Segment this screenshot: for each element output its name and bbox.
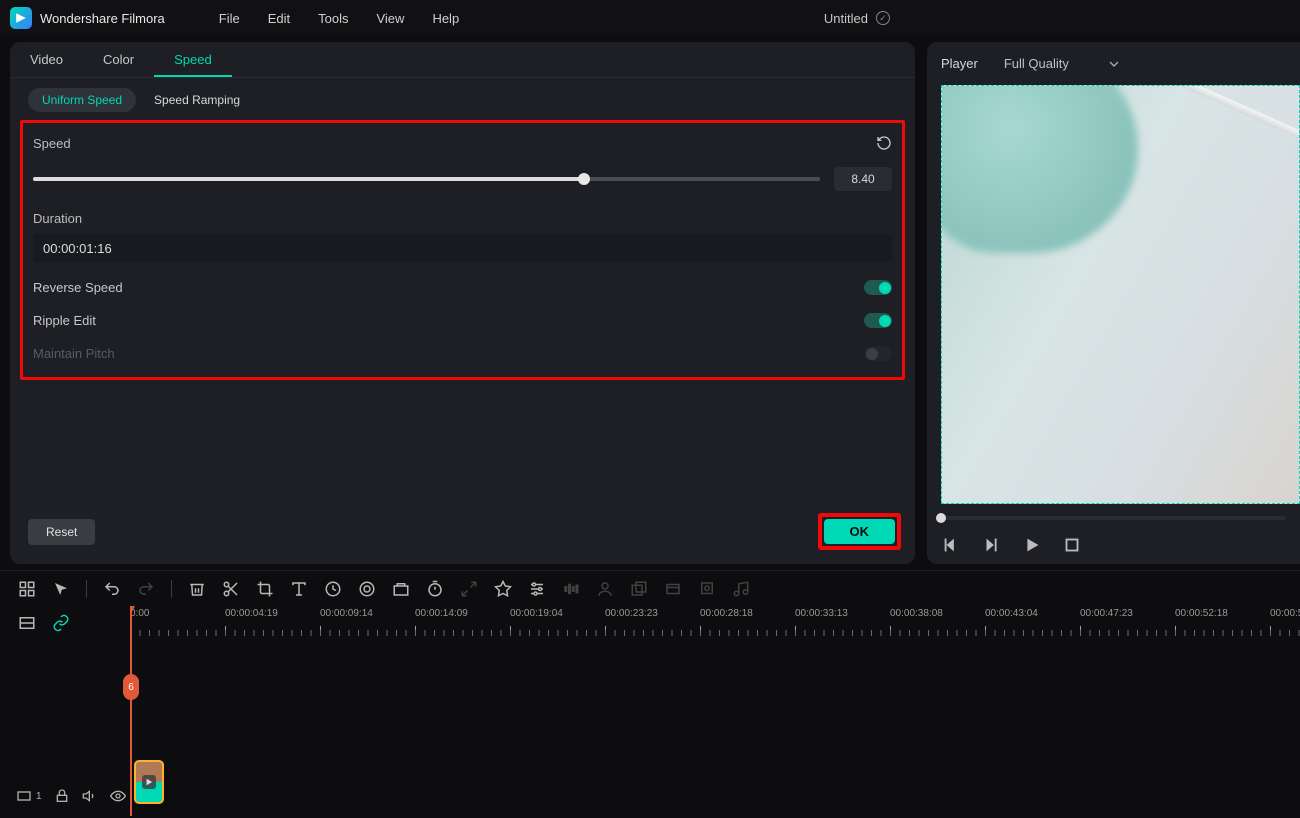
tab-speed[interactable]: Speed (154, 42, 232, 77)
ripple-edit-toggle[interactable] (864, 313, 892, 328)
inspector-panel: Video Color Speed Uniform Speed Speed Ra… (10, 42, 915, 564)
delete-icon[interactable] (188, 580, 206, 598)
timeline-track-area[interactable]: 6 (130, 640, 1300, 816)
ruler-timecode: 00:00:19:04 (510, 608, 605, 619)
player-panel: Player Full Quality (927, 42, 1300, 564)
ok-button-highlight: OK (818, 513, 902, 550)
ruler-timecode: 00:00:38:08 (890, 608, 985, 619)
tab-color[interactable]: Color (83, 42, 154, 77)
ruler-timecode: 00:00:43:04 (985, 608, 1080, 619)
playhead[interactable] (130, 606, 132, 640)
timeline-ruler[interactable]: 0:0000:00:04:1900:00:09:1400:00:14:0900:… (130, 606, 1300, 640)
ruler-timecode: 0:00 (130, 608, 225, 619)
play-backward-button[interactable] (981, 534, 1003, 556)
player-title: Player (941, 56, 978, 71)
speed-subtabs: Uniform Speed Speed Ramping (10, 78, 915, 120)
quality-select[interactable]: Full Quality (996, 52, 1127, 75)
menu-tools[interactable]: Tools (304, 11, 362, 26)
speed-label: Speed (33, 136, 71, 151)
video-track-icon[interactable] (16, 788, 32, 804)
split-icon[interactable] (222, 580, 240, 598)
ruler-timecode: 00:00:04:19 (225, 608, 320, 619)
layout-icon[interactable] (18, 580, 36, 598)
ok-button[interactable]: OK (824, 519, 896, 544)
ruler-timecode: 00:00:47:23 (1080, 608, 1175, 619)
clip-play-icon (142, 775, 156, 789)
inspector-tabs: Video Color Speed (10, 42, 915, 78)
render-icon[interactable] (664, 580, 682, 598)
reverse-speed-toggle[interactable] (864, 280, 892, 295)
video-clip[interactable] (134, 760, 164, 804)
maintain-pitch-toggle[interactable] (864, 346, 892, 361)
group-icon[interactable] (630, 580, 648, 598)
ripple-edit-label: Ripple Edit (33, 313, 96, 328)
titlebar: Wondershare Filmora File Edit Tools View… (0, 0, 1300, 36)
speed-marker[interactable]: 6 (123, 674, 139, 700)
reset-button[interactable]: Reset (28, 519, 95, 545)
reverse-speed-label: Reverse Speed (33, 280, 123, 295)
menu-view[interactable]: View (362, 11, 418, 26)
ruler-timecode: 00:00:14:09 (415, 608, 510, 619)
mask-icon[interactable] (494, 580, 512, 598)
audio-icon[interactable] (562, 580, 580, 598)
visibility-icon[interactable] (110, 788, 126, 804)
document-title: Untitled (824, 11, 868, 26)
track-manager-icon[interactable] (18, 614, 36, 632)
menu-help[interactable]: Help (418, 11, 473, 26)
text-icon[interactable] (290, 580, 308, 598)
app-name: Wondershare Filmora (40, 11, 165, 26)
lock-icon[interactable] (54, 788, 70, 804)
ruler-timecode: 00:00:33:13 (795, 608, 890, 619)
undo-icon[interactable] (103, 580, 121, 598)
crop-icon[interactable] (256, 580, 274, 598)
player-progress[interactable] (941, 516, 1286, 520)
ruler-timecode: 00:00:23:23 (605, 608, 700, 619)
chevron-down-icon (1109, 59, 1119, 69)
speed-icon[interactable] (324, 580, 342, 598)
speed-slider[interactable] (33, 177, 820, 181)
mute-icon[interactable] (82, 788, 98, 804)
ruler-timecode: 00:00:57:13 (1270, 608, 1300, 619)
adjust-icon[interactable] (528, 580, 546, 598)
menu-edit[interactable]: Edit (254, 11, 304, 26)
quality-value: Full Quality (1004, 56, 1069, 71)
timer-icon[interactable] (426, 580, 444, 598)
cloud-sync-icon[interactable]: ✓ (876, 11, 890, 25)
marker-icon[interactable] (698, 580, 716, 598)
play-button[interactable] (1021, 534, 1043, 556)
speed-value[interactable]: 8.40 (834, 167, 892, 191)
voiceover-icon[interactable] (596, 580, 614, 598)
color-icon[interactable] (358, 580, 376, 598)
app-logo (10, 7, 32, 29)
ruler-timecode: 00:00:52:18 (1175, 608, 1270, 619)
keyframe-icon[interactable] (392, 580, 410, 598)
prev-frame-button[interactable] (941, 534, 963, 556)
expand-icon[interactable] (460, 580, 478, 598)
link-icon[interactable] (52, 614, 70, 632)
video-preview[interactable] (941, 85, 1300, 504)
track-header: 1 (0, 640, 130, 816)
ruler-timecode: 00:00:09:14 (320, 608, 415, 619)
redo-icon[interactable] (137, 580, 155, 598)
ruler-timecode: 00:00:28:18 (700, 608, 795, 619)
duration-label: Duration (33, 211, 892, 226)
timeline-toolbar (0, 570, 1300, 606)
stop-button[interactable] (1061, 534, 1083, 556)
tab-video[interactable]: Video (10, 42, 83, 77)
track-index: 1 (36, 791, 42, 802)
pointer-icon[interactable] (52, 580, 70, 598)
mixer-icon[interactable] (732, 580, 750, 598)
subtab-uniform-speed[interactable]: Uniform Speed (28, 88, 136, 112)
menu-file[interactable]: File (205, 11, 254, 26)
reset-speed-icon[interactable] (876, 135, 892, 151)
maintain-pitch-label: Maintain Pitch (33, 346, 115, 361)
duration-input[interactable]: 00:00:01:16 (33, 234, 892, 262)
speed-settings-highlight: Speed 8.40 Duration 00:00:01:16 Reverse … (20, 120, 905, 380)
subtab-speed-ramping[interactable]: Speed Ramping (154, 93, 240, 107)
